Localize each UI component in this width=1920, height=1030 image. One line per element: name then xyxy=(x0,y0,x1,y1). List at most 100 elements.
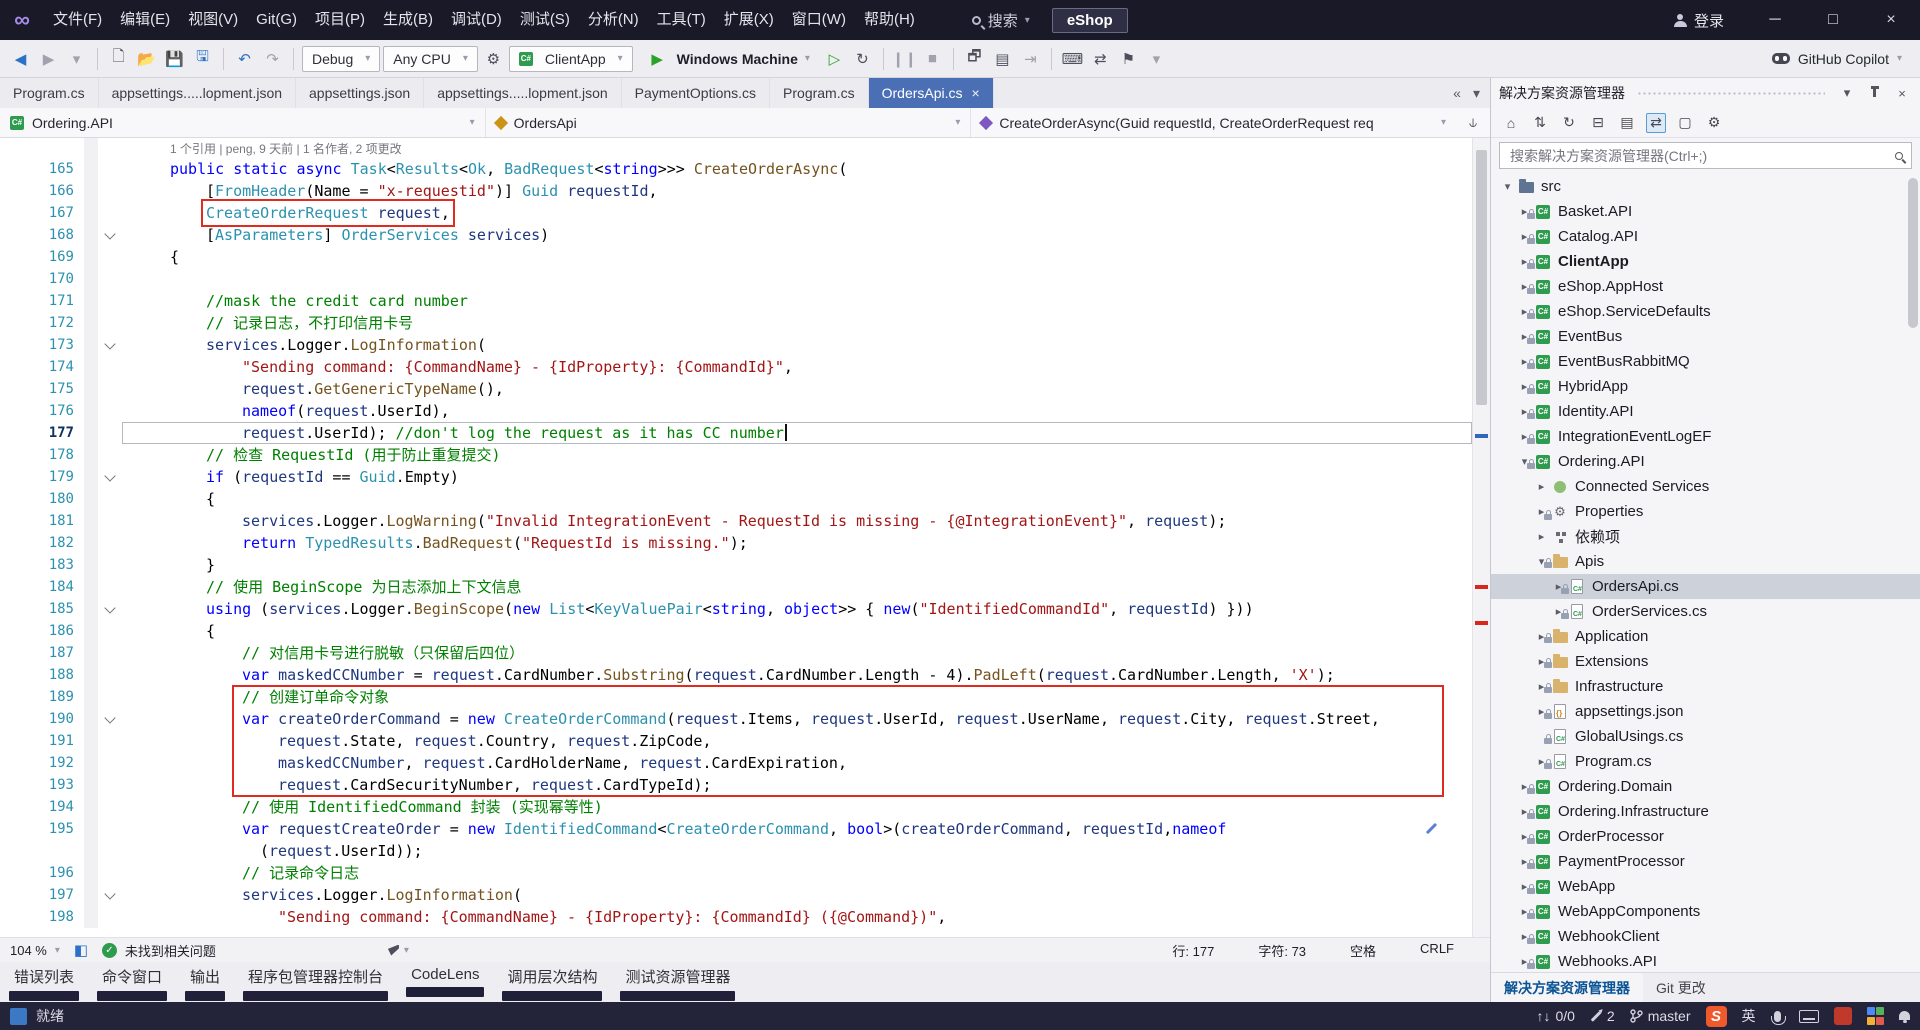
tab-close-icon[interactable]: × xyxy=(972,85,980,101)
glyph-margin[interactable] xyxy=(84,708,98,730)
tree-item-appsettings-json[interactable]: ▸{} appsettings.json xyxy=(1491,699,1920,724)
quick-actions-icon[interactable] xyxy=(1424,822,1438,836)
tree-item-globalusings-cs[interactable]: C# GlobalUsings.cs xyxy=(1491,724,1920,749)
code-line[interactable]: 174 "Sending command: {CommandName} - {Id… xyxy=(0,356,1472,378)
glyph-margin[interactable] xyxy=(84,862,98,884)
terminal-icon[interactable]: ⌨ xyxy=(1060,50,1085,68)
char-indicator[interactable]: 字符: 73 xyxy=(1258,941,1306,960)
sign-in-button[interactable]: 登录 xyxy=(1673,10,1724,31)
line-number[interactable]: 195 xyxy=(0,818,84,840)
tree-item-ordering-api[interactable]: ▾ C# Ordering.API xyxy=(1491,449,1920,474)
glyph-margin[interactable] xyxy=(84,224,98,246)
notifications-bell-icon[interactable] xyxy=(1899,1010,1910,1023)
glyph-margin[interactable] xyxy=(84,138,98,158)
glyph-margin[interactable] xyxy=(84,598,98,620)
glyph-margin[interactable] xyxy=(84,466,98,488)
menu-item[interactable]: 生成(B) xyxy=(374,0,442,40)
fold-chevron-icon[interactable] xyxy=(98,466,122,488)
document-health-icon[interactable]: ◧ xyxy=(72,941,90,959)
close-panel-icon[interactable]: × xyxy=(1892,86,1912,101)
code-line[interactable]: 181 services.Logger.LogWarning("Invalid I… xyxy=(0,510,1472,532)
line-number[interactable]: 168 xyxy=(0,224,84,246)
glyph-margin[interactable] xyxy=(84,642,98,664)
glyph-margin[interactable] xyxy=(84,730,98,752)
zoom-select[interactable]: 104 % ▾ xyxy=(10,943,60,958)
code-area[interactable]: 1 个引用 | peng, 9 天前 | 1 名作者, 2 项更改 165 publ… xyxy=(0,138,1472,937)
glyph-margin[interactable] xyxy=(84,180,98,202)
menu-item[interactable]: 调试(D) xyxy=(442,0,511,40)
panel-tab[interactable]: 错误列表 xyxy=(14,966,74,1002)
solution-name-badge[interactable]: eShop xyxy=(1051,7,1128,33)
startup-project-select[interactable]: C# ClientApp ▾ xyxy=(508,45,633,72)
panel-tab[interactable]: 测试资源管理器 xyxy=(625,966,730,1002)
menu-item[interactable]: 项目(P) xyxy=(306,0,374,40)
tree-item-orderprocessor[interactable]: ▸ C# OrderProcessor xyxy=(1491,824,1920,849)
tree-item-orderservices-cs[interactable]: ▸ C# OrderServices.cs xyxy=(1491,599,1920,624)
code-cleanup-button[interactable]: ▾ xyxy=(387,944,409,956)
panel-tab[interactable]: CodeLens xyxy=(411,966,479,1002)
save-all-icon[interactable]: 🖫 xyxy=(190,46,215,71)
line-number[interactable]: 174 xyxy=(0,356,84,378)
menu-item[interactable]: 视图(V) xyxy=(179,0,247,40)
tree-item-ordering-domain[interactable]: ▸ C# Ordering.Domain xyxy=(1491,774,1920,799)
tree-item-apis[interactable]: ▾ Apis xyxy=(1491,549,1920,574)
line-number[interactable]: 176 xyxy=(0,400,84,422)
navigate-back-icon[interactable]: ◀ xyxy=(8,50,33,68)
code-line[interactable]: 198 "Sending command: {CommandName} - {Id… xyxy=(0,906,1472,928)
code-line[interactable]: 193 request.CardSecurityNumber, request.C… xyxy=(0,774,1472,796)
code-line[interactable]: 177 request.UserId); //don't log the requ… xyxy=(0,422,1472,444)
code-line[interactable]: 182 return TypedResults.BadRequest("Reque… xyxy=(0,532,1472,554)
code-line[interactable]: 172 // 记录日志，不打印信用卡号 xyxy=(0,312,1472,334)
glyph-margin[interactable] xyxy=(84,422,98,444)
tree-item-webhookclient[interactable]: ▸ C# WebhookClient xyxy=(1491,924,1920,949)
maximize-button[interactable]: □ xyxy=(1804,0,1862,40)
tree-item-ordersapi-cs[interactable]: ▸ C# OrdersApi.cs xyxy=(1491,574,1920,599)
github-copilot-button[interactable]: GitHub Copilot ▾ xyxy=(1771,51,1912,67)
line-number[interactable]: 198 xyxy=(0,906,84,928)
code-line[interactable]: 184 // 使用 BeginScope 为日志添加上下文信息 xyxy=(0,576,1472,598)
glyph-margin[interactable] xyxy=(84,488,98,510)
glyph-margin[interactable] xyxy=(84,840,98,862)
code-line[interactable]: 179 if (requestId == Guid.Empty) xyxy=(0,466,1472,488)
pending-changes-filter-icon[interactable]: ⇅ xyxy=(1530,113,1550,133)
code-line[interactable]: 170 xyxy=(0,268,1472,290)
document-tab[interactable]: OrdersApi.cs × xyxy=(868,78,994,108)
platform-select[interactable]: Any CPU ▾ xyxy=(383,45,478,72)
glyph-margin[interactable] xyxy=(84,378,98,400)
glyph-margin[interactable] xyxy=(84,818,98,840)
member-dropdown[interactable]: CreateOrderAsync(Guid requestId, CreateO… xyxy=(971,108,1456,137)
glyph-margin[interactable] xyxy=(84,356,98,378)
tree-item-extensions[interactable]: ▸ Extensions xyxy=(1491,649,1920,674)
tree-item-catalog-api[interactable]: ▸ C# Catalog.API xyxy=(1491,224,1920,249)
line-number[interactable] xyxy=(0,840,84,862)
code-line[interactable]: 173 services.Logger.LogInformation( xyxy=(0,334,1472,356)
navigation-dropdown-icon[interactable]: ▾ xyxy=(64,50,89,68)
sogou-ime-icon[interactable]: S xyxy=(1705,1005,1727,1027)
code-line[interactable]: 195 var requestCreateOrder = new Identifi… xyxy=(0,818,1472,840)
glyph-margin[interactable] xyxy=(84,268,98,290)
spaces-indicator[interactable]: 空格 xyxy=(1350,941,1376,960)
search-box[interactable]: 搜索 ▾ xyxy=(960,6,1042,35)
redo-icon[interactable]: ↷ xyxy=(260,50,285,68)
editor-scrollbar[interactable] xyxy=(1472,138,1490,937)
tree-item-clientapp[interactable]: ▸ C# ClientApp xyxy=(1491,249,1920,274)
microphone-icon[interactable] xyxy=(1770,1010,1786,1025)
document-tab[interactable]: appsettings.....lopment.json xyxy=(424,78,622,108)
code-line[interactable]: 165 public static async Task<Results<Ok, … xyxy=(0,158,1472,180)
break-all-icon[interactable]: ❙❙ xyxy=(892,50,917,68)
document-tab[interactable]: PaymentOptions.cs xyxy=(622,78,771,108)
menu-item[interactable]: 工具(T) xyxy=(648,0,715,40)
code-line[interactable]: 189 // 创建订单命令对象 xyxy=(0,686,1472,708)
pin-icon[interactable] xyxy=(1870,86,1879,97)
glyph-margin[interactable] xyxy=(84,290,98,312)
solution-platforms-icon[interactable]: ▤ xyxy=(990,50,1015,68)
run-without-debugging-icon[interactable]: ▷ xyxy=(822,50,847,68)
tree-expander-icon[interactable]: ▸ xyxy=(1533,530,1550,543)
show-all-files-icon[interactable]: ▤ xyxy=(1617,113,1637,133)
start-debugging-button[interactable]: ▶ Windows Machine ▾ xyxy=(636,45,819,73)
code-line[interactable]: 183} xyxy=(0,554,1472,576)
line-number[interactable]: 188 xyxy=(0,664,84,686)
tree-item-webappcomponents[interactable]: ▸ C# WebAppComponents xyxy=(1491,899,1920,924)
stop-icon[interactable]: ■ xyxy=(920,50,945,67)
tree-item-paymentprocessor[interactable]: ▸ C# PaymentProcessor xyxy=(1491,849,1920,874)
